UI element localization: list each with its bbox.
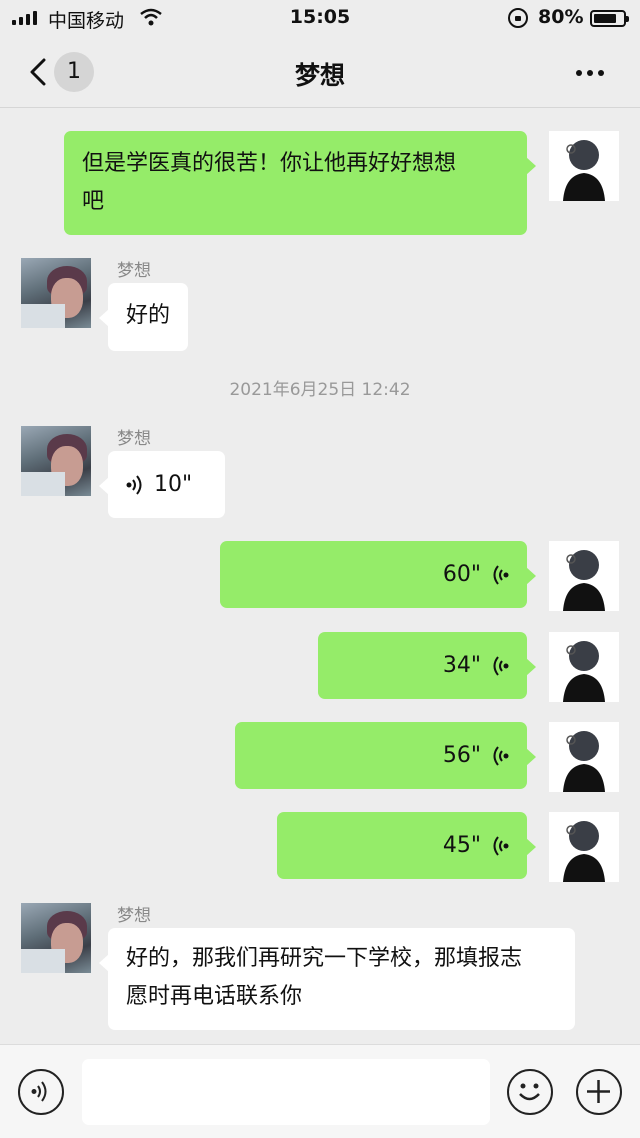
chat-title: 梦想	[294, 61, 345, 90]
more-functions-button[interactable]	[576, 1069, 622, 1115]
message-line: 愿时再电话联系你	[126, 984, 303, 1009]
sender-name: 梦想	[117, 429, 151, 449]
message-bubble-self[interactable]: 但是学医真的很苦！你让他再好好想想 吧	[64, 131, 536, 235]
smiley-icon	[519, 1083, 540, 1101]
contact-avatar[interactable]	[21, 258, 91, 328]
message-text: 好的	[126, 303, 171, 328]
sender-name: 梦想	[117, 906, 151, 926]
voice-wave-icon	[493, 655, 509, 676]
battery-percent: 80%	[538, 6, 584, 28]
message-bubble-contact[interactable]: 好的	[99, 283, 189, 351]
self-avatar[interactable]	[549, 812, 619, 882]
contact-avatar[interactable]	[21, 426, 91, 496]
chat-timestamp: 2021年6月25日 12:42	[229, 380, 411, 400]
voice-wave-icon	[493, 835, 509, 856]
message-line: 但是学医真的很苦！你让他再好好想想	[82, 151, 457, 176]
voice-message-self[interactable]: 60"	[220, 541, 536, 608]
self-avatar[interactable]	[549, 722, 619, 792]
status-bar: 中国移动 15:05 80%	[0, 0, 640, 36]
voice-message-self[interactable]: 34"	[318, 632, 536, 699]
voice-input-button[interactable]	[18, 1069, 64, 1115]
voice-wave-icon	[126, 474, 142, 495]
sender-name: 梦想	[117, 261, 151, 281]
voice-message-contact[interactable]: 10"	[99, 451, 225, 518]
more-options-icon[interactable]	[576, 70, 604, 76]
self-avatar[interactable]	[549, 632, 619, 702]
voice-message-self[interactable]: 45"	[277, 812, 536, 879]
voice-duration: 34"	[442, 652, 481, 678]
chat-header: 1 梦想	[0, 36, 640, 108]
voice-wave-icon	[493, 745, 509, 766]
voice-wave-icon	[31, 1081, 47, 1102]
voice-message-self[interactable]: 56"	[235, 722, 536, 789]
voice-wave-icon	[493, 564, 509, 585]
voice-duration: 56"	[442, 742, 481, 768]
contact-avatar[interactable]	[21, 903, 91, 973]
battery-icon	[590, 10, 629, 27]
plus-icon	[587, 1080, 610, 1103]
message-input[interactable]	[82, 1059, 490, 1125]
chat-input-bar	[0, 1044, 640, 1138]
message-line: 好的，那我们再研究一下学校，那填报志	[126, 946, 523, 971]
self-avatar[interactable]	[549, 541, 619, 611]
voice-duration: 60"	[442, 561, 481, 587]
emoji-button[interactable]	[507, 1069, 553, 1115]
self-avatar[interactable]	[549, 131, 619, 201]
voice-duration: 45"	[442, 832, 481, 858]
message-bubble-contact[interactable]: 好的，那我们再研究一下学校，那填报志 愿时再电话联系你	[99, 928, 575, 1030]
voice-duration: 10"	[154, 471, 193, 497]
message-line: 吧	[82, 189, 105, 214]
orientation-lock-icon	[508, 8, 528, 28]
